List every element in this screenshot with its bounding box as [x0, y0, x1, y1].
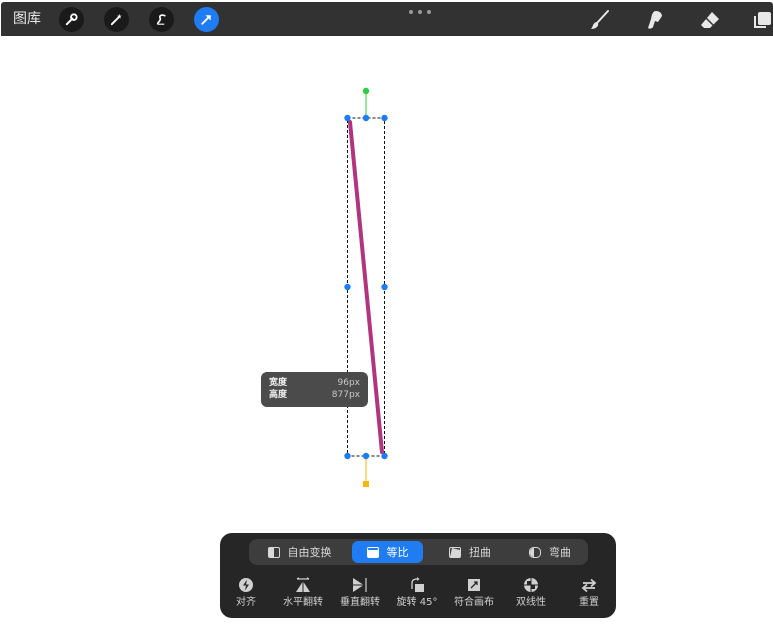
- resize-handle-right[interactable]: [381, 283, 388, 291]
- resize-handle-top[interactable]: [362, 114, 370, 122]
- mode-label: 弯曲: [549, 546, 571, 559]
- height-label: 高度: [269, 390, 288, 400]
- snapping-icon: [239, 578, 253, 592]
- resize-handle-bottom-right[interactable]: [381, 452, 388, 460]
- transform-actions: 对齐 水平翻转 垂直翻转 旋转 45° 符合画布 双线性 重置: [220, 577, 616, 613]
- action-label: 重置: [579, 597, 599, 608]
- smudge-tool-button[interactable]: [642, 7, 668, 33]
- free-transform-icon: [267, 546, 280, 558]
- rotate-handle[interactable]: [362, 87, 370, 95]
- wrench-icon: [65, 13, 78, 26]
- eraser-icon: [701, 12, 719, 28]
- mode-label: 等比: [386, 546, 409, 559]
- top-toolbar: 图库: [1, 2, 773, 36]
- canvas[interactable]: [0, 0, 773, 624]
- resize-handle-bottom[interactable]: [362, 452, 370, 460]
- mode-distort[interactable]: 扭曲: [435, 541, 505, 563]
- resize-handle-top-right[interactable]: [381, 114, 388, 122]
- action-label: 符合画布: [454, 597, 494, 608]
- action-label: 双线性: [516, 597, 546, 608]
- transform-panel: 自由变换 等比 扭曲 弯曲 对齐 水平翻转 垂直翻转 旋转 45° 符合画布 双…: [220, 533, 616, 618]
- mode-free-transform[interactable]: 自由变换: [253, 541, 346, 563]
- mode-warp[interactable]: 弯曲: [515, 541, 585, 563]
- mode-label: 扭曲: [469, 546, 491, 559]
- brush-tool-button[interactable]: [587, 7, 613, 33]
- transform-mode-selector: 自由变换 等比 扭曲 弯曲: [249, 539, 588, 565]
- transform-button[interactable]: [194, 7, 219, 32]
- selection-icon: [156, 14, 166, 25]
- height-row: 高度 877px: [269, 389, 360, 401]
- gallery-button[interactable]: 图库: [13, 11, 41, 27]
- more-options-icon[interactable]: [409, 5, 431, 19]
- layers-button[interactable]: [749, 7, 773, 33]
- transform-arrow-icon: [201, 15, 211, 25]
- layers-icon: [754, 12, 771, 28]
- smudge-icon: [648, 11, 662, 29]
- action-label: 旋转 45°: [396, 597, 438, 608]
- mode-label: 自由变换: [287, 546, 332, 559]
- brush-icon: [591, 10, 609, 29]
- distort-icon: [449, 546, 461, 558]
- eraser-tool-button[interactable]: [697, 7, 723, 33]
- rotate-45-icon: [411, 577, 424, 592]
- magic-wand-icon: [110, 13, 122, 26]
- uniform-icon: [366, 546, 379, 558]
- bilinear-icon: [524, 578, 538, 592]
- warp-icon: [529, 546, 541, 558]
- reset-button[interactable]: 重置: [554, 577, 624, 613]
- procreate-app: 图库 宽度 96px 高度 877px 自由变换 等比 扭曲 弯曲 对齐 水平翻…: [0, 0, 773, 624]
- anchor-handle[interactable]: [363, 481, 369, 487]
- flip-vertical-icon: [353, 578, 367, 592]
- flip-horizontal-icon: [296, 577, 310, 592]
- selection-button[interactable]: [149, 7, 174, 32]
- actions-button[interactable]: [59, 7, 84, 32]
- mode-uniform[interactable]: 等比: [352, 541, 423, 563]
- action-label: 垂直翻转: [340, 597, 380, 608]
- size-tooltip: 宽度 96px 高度 877px: [261, 372, 368, 407]
- action-label: 对齐: [236, 597, 256, 608]
- action-label: 水平翻转: [283, 597, 323, 608]
- resize-handle-left[interactable]: [344, 283, 351, 291]
- resize-handle-top-left[interactable]: [344, 114, 351, 122]
- width-value: 96px: [337, 378, 361, 388]
- resize-handle-bottom-left[interactable]: [344, 452, 351, 460]
- fit-to-canvas-icon: [468, 579, 480, 591]
- height-value: 877px: [331, 390, 360, 400]
- adjustments-button[interactable]: [104, 7, 129, 32]
- reset-icon: [581, 578, 597, 593]
- width-label: 宽度: [269, 378, 288, 388]
- width-row: 宽度 96px: [269, 377, 360, 389]
